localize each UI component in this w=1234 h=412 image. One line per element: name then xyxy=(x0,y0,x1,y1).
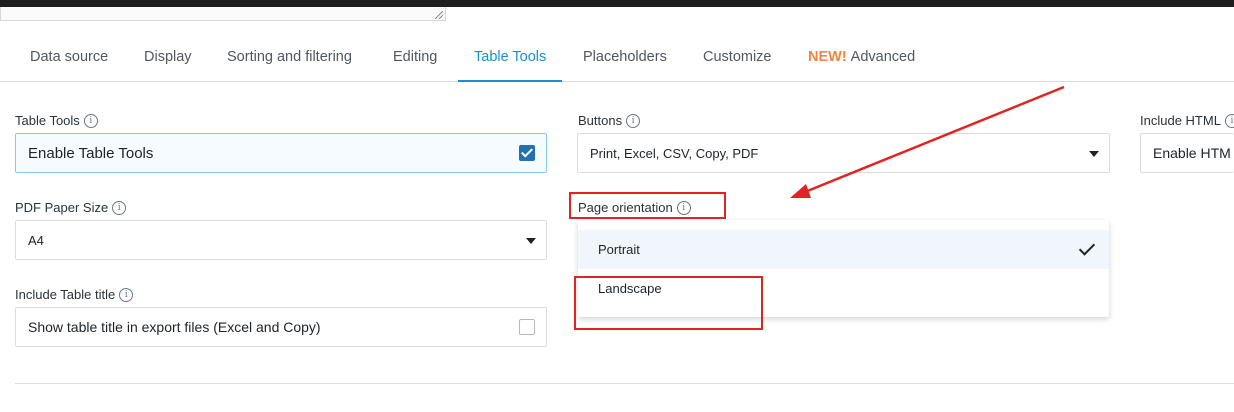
annotation-arrow-icon xyxy=(790,85,1065,198)
